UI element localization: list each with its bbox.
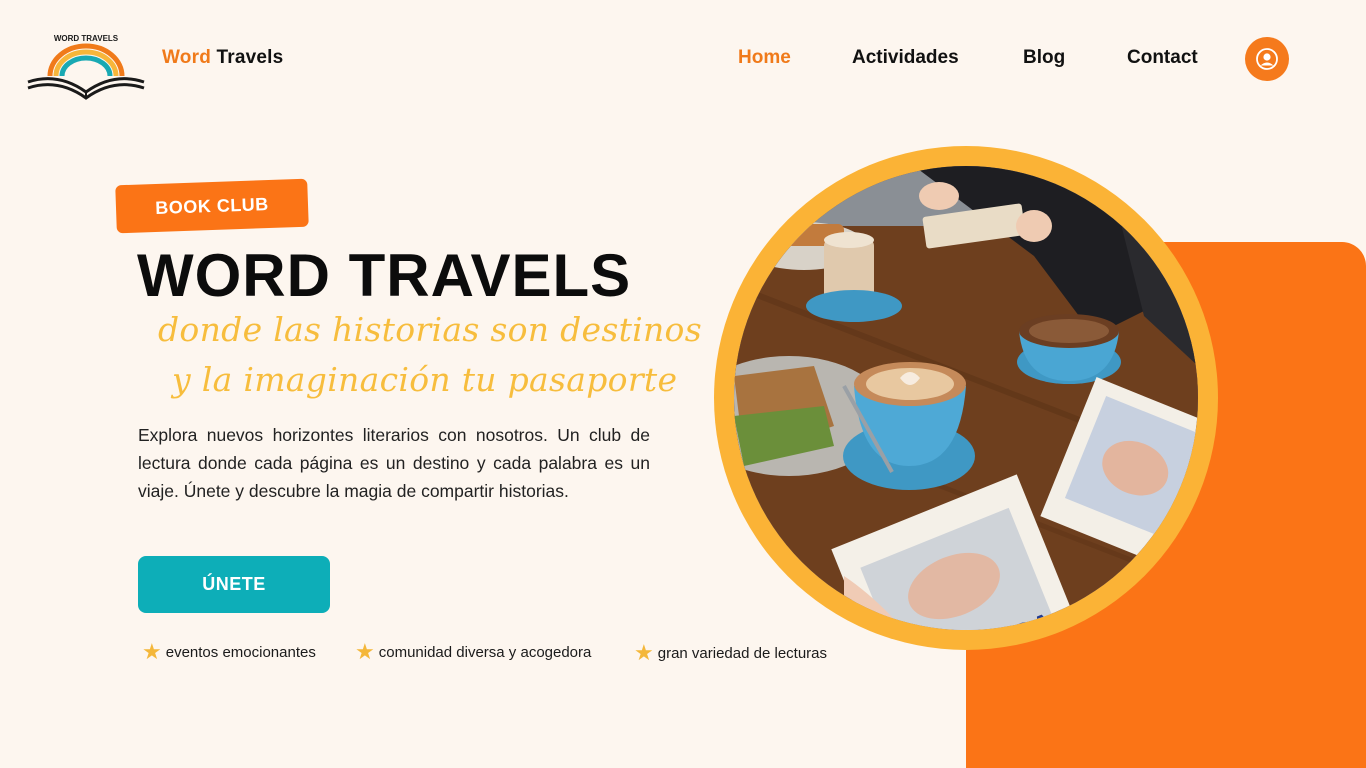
book-club-photo: PATRA (734, 166, 1198, 630)
nav-home[interactable]: Home (738, 47, 791, 69)
nav-blog[interactable]: Blog (1023, 47, 1065, 69)
star-icon: ★ (634, 640, 654, 665)
user-circle-icon (1256, 48, 1278, 70)
star-icon: ★ (355, 639, 375, 664)
brand-name-second: Travels (216, 47, 284, 68)
logo[interactable]: WORD TRAVELS (24, 30, 148, 100)
brand-name[interactable]: Word Travels (162, 47, 283, 69)
hero-title: WORD TRAVELS (137, 242, 632, 309)
feature-label: gran variedad de lecturas (657, 644, 828, 662)
feature-item: ★ gran variedad de lecturas (634, 642, 827, 664)
brand-name-first: Word (162, 47, 211, 68)
hero-description: Explora nuevos horizontes literarios con… (138, 425, 650, 501)
feature-item: ★ eventos emocionantes (142, 641, 316, 663)
cafe-table-illustration: PATRA (734, 166, 1198, 630)
feature-item: ★ comunidad diversa y acogedora (355, 641, 591, 663)
hero-tagline-line-1: donde las historias son destinos (158, 310, 702, 349)
user-account-button[interactable] (1245, 37, 1289, 81)
feature-label: comunidad diversa y acogedora (378, 643, 592, 661)
join-button[interactable]: ÚNETE (138, 556, 330, 613)
star-icon: ★ (142, 639, 162, 664)
logo-text: WORD TRAVELS (54, 34, 119, 43)
hero-tagline-line-2: y la imaginación tu pasaporte (172, 360, 678, 399)
book-club-badge: BOOK CLUB (115, 178, 309, 234)
nav-contact[interactable]: Contact (1127, 47, 1198, 69)
nav-actividades[interactable]: Actividades (852, 47, 959, 69)
feature-label: eventos emocionantes (165, 643, 316, 661)
rainbow-book-icon: WORD TRAVELS (27, 34, 145, 100)
